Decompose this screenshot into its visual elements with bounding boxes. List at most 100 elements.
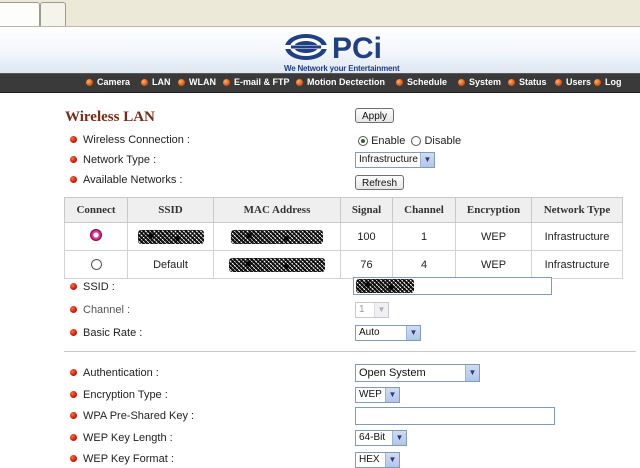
col-network-type: Network Type xyxy=(531,197,623,223)
nav-bullet-icon xyxy=(555,79,562,86)
bullet-icon xyxy=(70,412,77,419)
bullet-icon xyxy=(70,434,77,441)
brand-tagline: We Network your Entertainment xyxy=(284,64,400,73)
enable-label: Enable xyxy=(371,135,406,147)
wpa-key-label: WPA Pre-Shared Key : xyxy=(70,410,194,422)
col-encryption: Encryption xyxy=(455,197,532,223)
bullet-icon xyxy=(70,283,77,290)
page-title: Wireless LAN xyxy=(65,109,155,125)
table-header-row: Connect SSID MAC Address Signal Channel … xyxy=(64,197,623,223)
disable-label: Disable xyxy=(424,135,462,147)
chevron-down-icon: ▼ xyxy=(406,326,420,340)
nav-bullet-icon xyxy=(141,79,148,86)
chevron-down-icon: ▼ xyxy=(385,388,399,402)
bullet-icon xyxy=(70,391,77,398)
chevron-down-icon: ▼ xyxy=(465,365,479,381)
col-ssid: SSID xyxy=(127,197,214,223)
network-type-select[interactable]: Infrastructure ▼ xyxy=(355,152,435,168)
apply-button[interactable]: Apply xyxy=(355,108,395,123)
nav-wlan[interactable]: WLAN xyxy=(178,77,216,87)
bullet-icon xyxy=(70,176,77,183)
nav-lan[interactable]: LAN xyxy=(141,77,171,87)
channel-cell: 1 xyxy=(392,222,456,251)
authentication-select[interactable]: Open System ▼ xyxy=(355,364,480,382)
refresh-button[interactable]: Refresh xyxy=(355,175,405,190)
disable-radio[interactable] xyxy=(411,136,422,146)
main-navbar: Camera LAN WLAN E-mail & FTP Motion Dect… xyxy=(0,73,640,93)
nav-bullet-icon xyxy=(458,79,465,86)
col-connect: Connect xyxy=(64,197,128,223)
section-divider xyxy=(64,351,636,352)
bullet-icon xyxy=(70,455,77,462)
connect-radio[interactable] xyxy=(90,258,102,270)
wpa-key-input[interactable] xyxy=(355,407,555,425)
network-type-cell: Infrastructure xyxy=(531,222,623,251)
col-signal: Signal xyxy=(340,197,393,223)
nav-bullet-icon xyxy=(178,79,185,86)
channel-label: Channel : xyxy=(70,304,130,316)
nav-status[interactable]: Status xyxy=(508,77,547,87)
wireless-connection-radios: Enable Disable xyxy=(358,135,461,147)
ssid-input[interactable] xyxy=(353,277,552,295)
network-type-cell: Infrastructure xyxy=(531,250,623,279)
available-networks-label: Available Networks : xyxy=(70,174,182,186)
enable-radio[interactable] xyxy=(358,136,368,146)
encryption-cell: WEP xyxy=(455,250,532,279)
redacted-ssid-value xyxy=(356,279,414,293)
nav-bullet-icon xyxy=(296,79,303,86)
browser-tab[interactable] xyxy=(0,2,40,26)
bullet-icon xyxy=(70,369,77,376)
chevron-down-icon: ▼ xyxy=(420,153,434,167)
nav-camera[interactable]: Camera xyxy=(86,77,130,87)
browser-tab-strip xyxy=(0,0,640,27)
wep-key-length-label: WEP Key Length : xyxy=(70,432,173,444)
signal-cell: 100 xyxy=(340,222,393,251)
channel-cell: 4 xyxy=(392,250,456,279)
channel-select[interactable]: 1 ▼ xyxy=(355,302,389,318)
wep-key-format-label: WEP Key Format : xyxy=(70,453,174,465)
available-networks-table: Connect SSID MAC Address Signal Channel … xyxy=(64,197,623,279)
wireless-connection-label: Wireless Connection : xyxy=(70,134,190,146)
redacted-ssid xyxy=(137,229,204,244)
nav-users[interactable]: Users xyxy=(555,77,591,87)
wep-key-format-select[interactable]: HEX ▼ xyxy=(355,452,400,468)
network-type-label: Network Type : xyxy=(70,154,156,166)
chevron-down-icon: ▼ xyxy=(385,453,399,467)
browser-new-tab[interactable] xyxy=(40,2,66,26)
main-content: Wireless LAN Apply Wireless Connection :… xyxy=(0,93,640,468)
nav-email-ftp[interactable]: E-mail & FTP xyxy=(223,77,290,87)
encryption-type-label: Encryption Type : xyxy=(70,389,168,401)
nav-bullet-icon xyxy=(594,79,601,86)
connect-radio-selected[interactable] xyxy=(90,229,102,241)
redacted-mac xyxy=(229,257,325,272)
encryption-type-select[interactable]: WEP ▼ xyxy=(355,387,400,403)
basic-rate-select[interactable]: Auto ▼ xyxy=(355,325,421,341)
nav-bullet-icon xyxy=(223,79,230,86)
bullet-icon xyxy=(70,136,77,143)
nav-schedule[interactable]: Schedule xyxy=(396,77,447,87)
nav-log[interactable]: Log xyxy=(594,77,622,87)
table-row[interactable]: Default 76 4 WEP Infrastructure xyxy=(64,250,623,279)
bullet-icon xyxy=(70,306,77,313)
chevron-down-icon: ▼ xyxy=(374,303,388,317)
col-mac: MAC Address xyxy=(213,197,341,223)
header-banner: PCi We Network your Entertainment xyxy=(0,27,640,73)
ssid-cell: Default xyxy=(127,250,214,279)
nav-bullet-icon xyxy=(508,79,515,86)
nav-system[interactable]: System xyxy=(458,77,501,87)
nav-bullet-icon xyxy=(396,79,403,86)
chevron-down-icon: ▼ xyxy=(392,431,406,445)
redacted-mac xyxy=(231,229,323,244)
nav-motion-detection[interactable]: Motion Dectection xyxy=(296,77,385,87)
nav-bullet-icon xyxy=(86,79,93,86)
svg-text:PCi: PCi xyxy=(332,32,382,65)
table-row[interactable]: 100 1 WEP Infrastructure xyxy=(64,222,623,251)
ssid-label: SSID : xyxy=(70,281,115,293)
bullet-icon xyxy=(70,329,77,336)
signal-cell: 76 xyxy=(340,250,393,279)
wep-key-length-select[interactable]: 64-Bit ▼ xyxy=(355,430,407,446)
basic-rate-label: Basic Rate : xyxy=(70,327,142,339)
col-channel: Channel xyxy=(392,197,456,223)
encryption-cell: WEP xyxy=(455,222,532,251)
authentication-label: Authentication : xyxy=(70,367,159,379)
